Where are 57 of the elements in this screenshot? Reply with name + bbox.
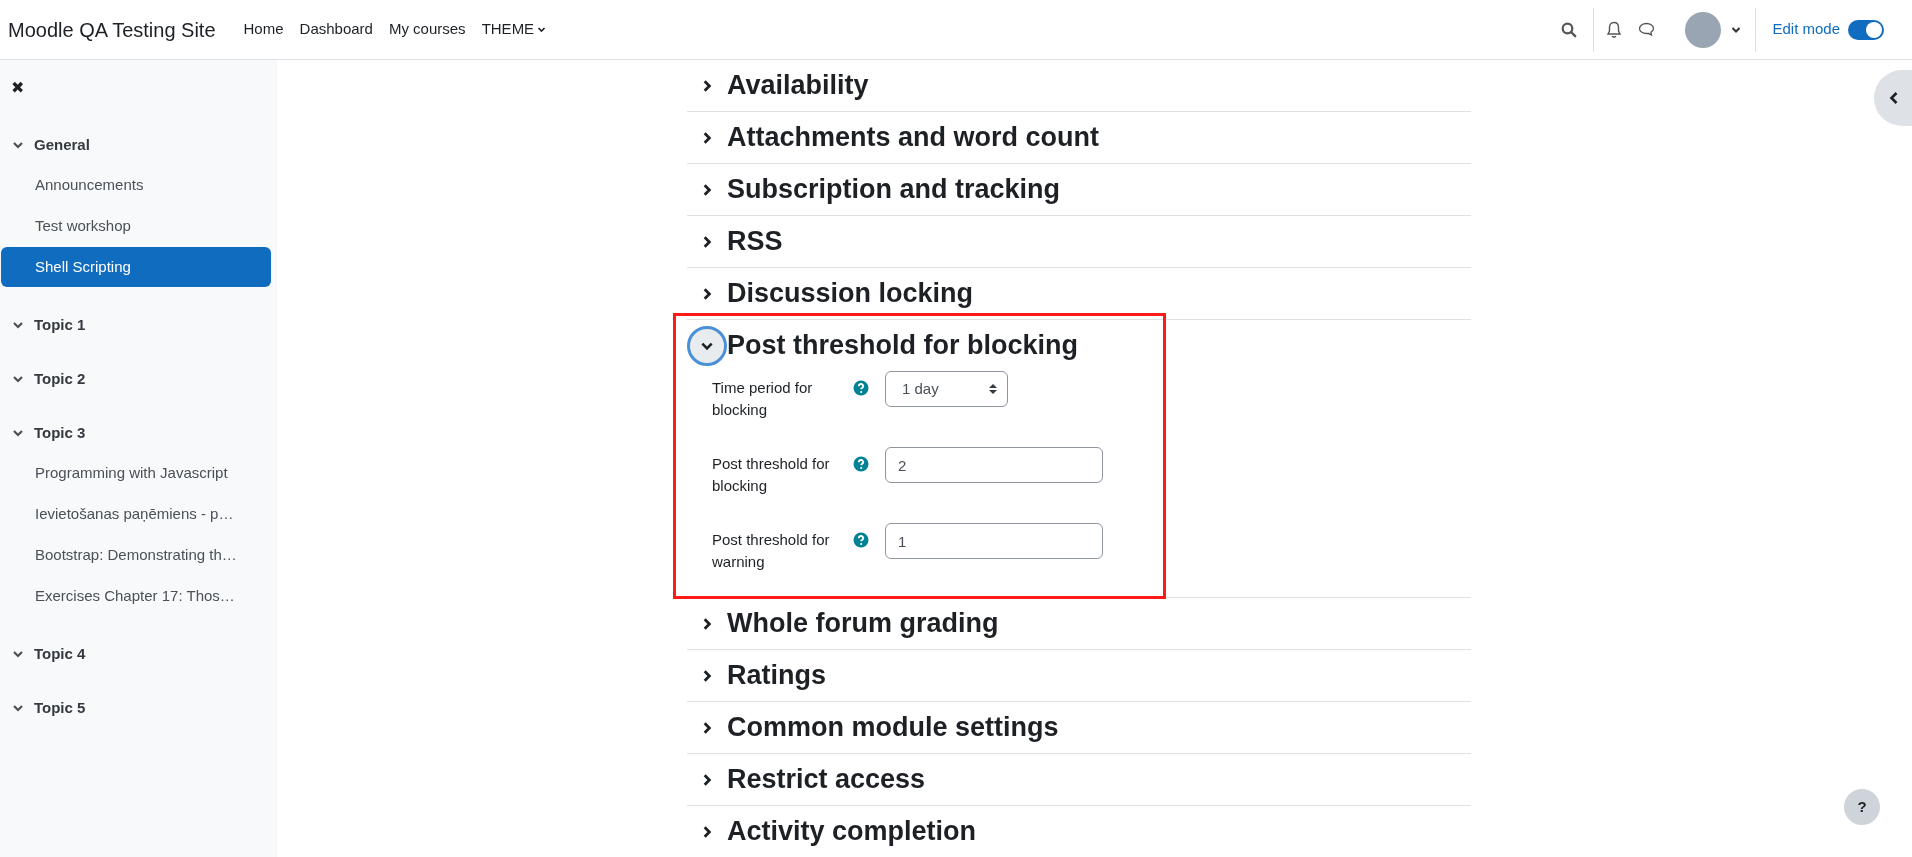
section-heading: Restrict access (727, 766, 926, 793)
bell-icon[interactable] (1606, 20, 1623, 39)
edit-mode-toggle[interactable] (1848, 19, 1884, 40)
select-field[interactable]: 1 day (885, 371, 1008, 407)
nav-link[interactable]: My courses (388, 18, 466, 41)
help-icon[interactable] (853, 380, 869, 396)
help-button[interactable]: ? (1844, 789, 1880, 825)
section-heading: Attachments and word count (727, 124, 1099, 151)
help-icon[interactable] (853, 532, 869, 548)
chevron-icon[interactable] (12, 139, 24, 151)
course-index-item[interactable]: Shell Scripting (1, 247, 271, 287)
chevron-left-icon (1888, 91, 1900, 105)
course-index-item[interactable]: Test workshop (1, 206, 271, 246)
section-toggle-button[interactable] (687, 325, 727, 366)
chevron-icon[interactable] (12, 427, 24, 439)
section-heading: Ratings (727, 662, 826, 689)
field-label: Time period for blocking (712, 378, 814, 420)
nav-link[interactable]: Dashboard (299, 18, 373, 41)
search-icon[interactable] (1561, 21, 1578, 38)
edit-mode-label: Edit mode (1772, 19, 1840, 40)
field-label: Post threshold for warning (712, 530, 831, 572)
course-section-title[interactable]: Topic 5 (34, 696, 86, 720)
section-heading: Activity completion (727, 818, 977, 845)
course-section-title[interactable]: Topic 3 (34, 421, 86, 445)
caret-icon (537, 25, 547, 34)
section-heading: Discussion locking (727, 280, 974, 307)
sort-arrows-icon (989, 383, 997, 395)
site-name[interactable]: Moodle QA Testing Site (8, 14, 216, 45)
section-heading: Availability (727, 72, 869, 99)
course-index-item[interactable]: Bootstrap: Demonstrating th… (1, 535, 271, 575)
chevron-icon[interactable] (12, 648, 24, 660)
theme-menu[interactable]: THEME (481, 18, 547, 41)
chevron-icon[interactable] (12, 319, 24, 331)
nav-link[interactable]: Home (243, 18, 284, 41)
course-index-item[interactable]: Ievietošanas paņēmiens - p… (1, 494, 271, 534)
course-index-item[interactable]: Announcements (1, 165, 271, 205)
course-section-title[interactable]: General (34, 133, 90, 157)
input-field[interactable]: 1 (885, 523, 1103, 559)
input-field[interactable]: 2 (885, 447, 1103, 483)
section-heading: Post threshold for blocking (727, 332, 1078, 359)
caret-icon[interactable] (1731, 25, 1742, 34)
chat-icon[interactable] (1638, 22, 1656, 37)
drawer-toggle-button[interactable] (1874, 70, 1912, 126)
course-index-item[interactable]: Exercises Chapter 17: Thos… (1, 576, 271, 616)
section-heading: RSS (727, 228, 783, 255)
course-section-title[interactable]: Topic 2 (34, 367, 86, 391)
section-heading: Subscription and tracking (727, 176, 1061, 203)
section-heading: Whole forum grading (727, 610, 999, 637)
section-heading: Common module settings (727, 714, 1059, 741)
chevron-icon[interactable] (12, 702, 24, 714)
chevron-icon[interactable] (12, 373, 24, 385)
course-index-item[interactable]: Programming with Javascript (1, 453, 271, 493)
help-icon[interactable] (853, 456, 869, 472)
course-section-title[interactable]: Topic 4 (34, 642, 86, 666)
close-drawer-icon[interactable]: ✖ (11, 76, 27, 100)
field-label: Post threshold for blocking (712, 454, 831, 496)
course-section-title[interactable]: Topic 1 (34, 313, 86, 337)
